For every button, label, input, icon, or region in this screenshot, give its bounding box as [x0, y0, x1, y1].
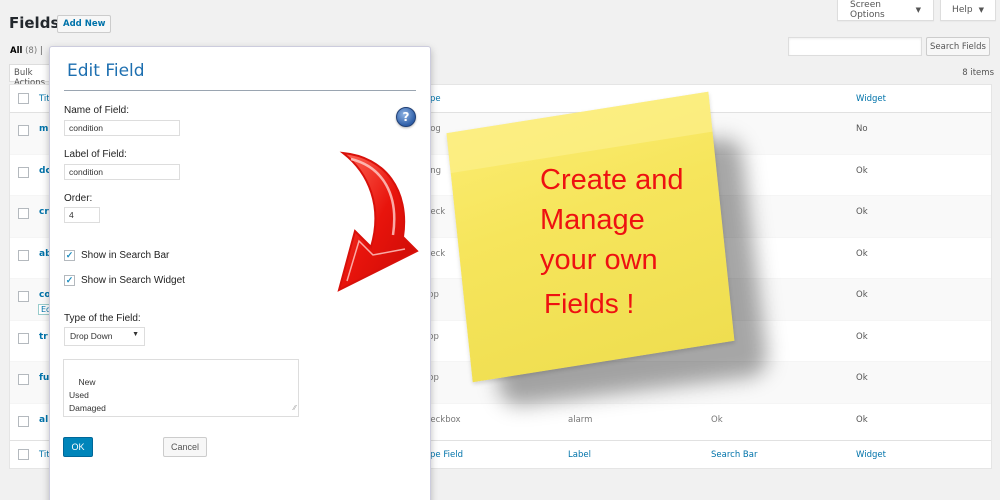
- row-widget: No: [856, 124, 868, 134]
- row-checkbox[interactable]: [18, 208, 29, 219]
- footer-column-label[interactable]: Label: [568, 450, 591, 460]
- type-field-value: Drop Down: [70, 331, 113, 341]
- sticky-note-text: Create and Manage your own Fields !: [540, 160, 684, 324]
- caret-down-icon: ▼: [132, 331, 139, 338]
- filter-all-count: (8): [25, 46, 38, 56]
- help-question-icon[interactable]: ?: [396, 107, 416, 127]
- row-checkbox[interactable]: [18, 125, 29, 136]
- screen-options-label: Screen Options: [850, 0, 885, 20]
- show-in-search-bar-checkbox[interactable]: ✓: [64, 250, 75, 261]
- row-title[interactable]: tr: [39, 332, 48, 342]
- caret-down-icon: ▼: [915, 6, 921, 14]
- show-in-search-widget-row[interactable]: ✓ Show in Search Widget: [64, 275, 185, 286]
- sticky-line-1: Create and: [540, 164, 684, 196]
- type-field-label: Type of the Field:: [64, 313, 141, 324]
- row-label: alarm: [568, 414, 593, 425]
- select-all-checkbox[interactable]: [18, 93, 29, 104]
- sticky-note: Create and Manage your own Fields !: [446, 91, 778, 408]
- help-label: Help: [952, 5, 973, 15]
- search-input[interactable]: [788, 37, 922, 56]
- modal-divider: [64, 90, 416, 91]
- row-title[interactable]: cr: [39, 207, 49, 217]
- row-widget: Ok: [856, 207, 868, 217]
- row-checkbox[interactable]: [18, 415, 29, 427]
- label-field-label: Label of Field:: [64, 149, 127, 160]
- row-title[interactable]: al: [39, 415, 48, 425]
- row-widget: Ok: [856, 331, 868, 342]
- show-in-search-widget-label: Show in Search Widget: [81, 275, 185, 286]
- order-label: Order:: [64, 193, 93, 204]
- sticky-line-3: your own: [540, 244, 658, 276]
- row-title[interactable]: m: [39, 124, 48, 134]
- help-button[interactable]: Help ▼: [940, 0, 996, 21]
- row-widget: Ok: [856, 414, 868, 425]
- items-count: 8 items: [962, 68, 994, 78]
- add-new-button[interactable]: Add New: [57, 15, 112, 33]
- row-checkbox[interactable]: [18, 374, 29, 385]
- show-in-search-bar-label: Show in Search Bar: [81, 250, 170, 261]
- options-text: New Used Damaged: [69, 377, 106, 413]
- sticky-line-4: Fields !: [544, 288, 635, 319]
- screen-meta: Screen Options ▼ Help ▼: [837, 0, 1000, 21]
- resize-handle-icon[interactable]: ⁄⁄: [294, 402, 296, 415]
- page-title: Fields: [9, 14, 60, 32]
- footer-column-widget[interactable]: Widget: [856, 450, 886, 460]
- row-checkbox[interactable]: [18, 332, 29, 344]
- name-field-input[interactable]: condition: [64, 120, 180, 136]
- type-field-select[interactable]: Drop Down ▼: [64, 327, 145, 346]
- column-widget[interactable]: Widget: [856, 94, 886, 104]
- search-fields-button[interactable]: Search Fields: [926, 37, 990, 56]
- row-title[interactable]: fu: [39, 373, 49, 383]
- curved-arrow-icon: [337, 151, 419, 292]
- filter-all[interactable]: All: [10, 46, 22, 56]
- row-widget: Ok: [856, 290, 868, 300]
- row-widget: Ok: [856, 165, 868, 176]
- row-checkbox[interactable]: [18, 166, 29, 178]
- footer-column-search-bar[interactable]: Search Bar: [711, 450, 757, 460]
- sticky-line-2: Manage: [540, 204, 645, 236]
- ok-button[interactable]: OK: [63, 437, 93, 457]
- show-in-search-bar-row[interactable]: ✓ Show in Search Bar: [64, 250, 169, 261]
- cancel-button[interactable]: Cancel: [163, 437, 207, 457]
- select-all-checkbox-footer[interactable]: [18, 449, 29, 460]
- row-widget: Ok: [856, 248, 868, 259]
- row-search-bar: Ok: [711, 414, 723, 425]
- options-textarea[interactable]: New Used Damaged ⁄⁄: [63, 359, 299, 417]
- name-field-label: Name of Field:: [64, 105, 130, 116]
- status-filters: All (8) |: [10, 46, 43, 56]
- order-input[interactable]: 4: [64, 207, 100, 223]
- row-checkbox[interactable]: [18, 291, 29, 302]
- screen-options-button[interactable]: Screen Options ▼: [837, 0, 934, 21]
- modal-title: Edit Field: [67, 61, 145, 81]
- row-widget: Ok: [856, 373, 868, 383]
- caret-down-icon: ▼: [978, 6, 984, 14]
- label-field-input[interactable]: condition: [64, 164, 180, 180]
- show-in-search-widget-checkbox[interactable]: ✓: [64, 275, 75, 286]
- row-checkbox[interactable]: [18, 249, 29, 261]
- filter-separator: |: [39, 46, 43, 56]
